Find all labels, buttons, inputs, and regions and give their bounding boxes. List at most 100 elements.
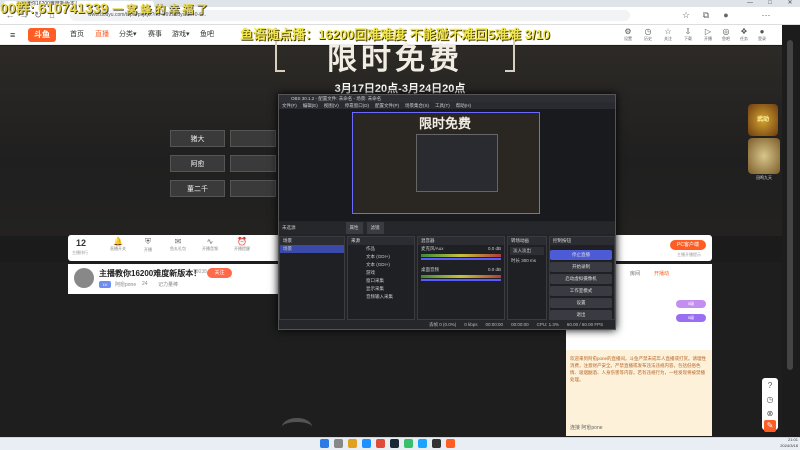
close-button[interactable]: ✕ <box>780 0 800 7</box>
lock-icon[interactable]: ⊗ <box>764 408 776 420</box>
feedback-icon[interactable]: ✎ <box>764 420 776 432</box>
studio-mode-button[interactable]: 工作室模式 <box>550 286 612 296</box>
star-icon[interactable]: ☆ <box>680 9 692 21</box>
gift-icon[interactable]: ❖ 任务 <box>736 27 752 43</box>
hamburger-icon[interactable]: ≡ <box>10 29 15 41</box>
level-badge: LV <box>99 281 111 288</box>
overlay-qq-group: 00群: 610741339 一 窝 蜂 的 幸 福 了 <box>0 0 208 16</box>
user-icon[interactable]: ● 登录 <box>754 27 770 43</box>
search-icon[interactable] <box>334 439 343 448</box>
promo-option-button[interactable] <box>230 180 276 197</box>
obs-volume-slider[interactable] <box>421 279 501 281</box>
start-recording-button[interactable]: 开始录制 <box>550 262 612 272</box>
obs-source-item[interactable]: 窗口采集 <box>348 277 414 285</box>
obs-menu-scenes[interactable]: 场景集合(S) <box>405 102 429 109</box>
obs-source-toolbar: 未选源 属性 滤镜 <box>279 222 615 234</box>
follow-button[interactable]: 关注 <box>207 268 232 278</box>
nav-events[interactable]: 赛事 <box>148 29 162 41</box>
edge-icon[interactable] <box>362 439 371 448</box>
obs-source-item[interactable]: 作品 <box>348 245 414 253</box>
obs-statusbar: 丢帧 0 (0.0%) 0 kbps 00:00:00 00:00:00 CPU… <box>279 320 615 329</box>
promo-option-button[interactable] <box>230 155 276 172</box>
event-badge-label: 冠鸣九天 <box>756 175 772 180</box>
pin-icon[interactable]: ◎ 鱼吧 <box>718 27 734 43</box>
gear-icon[interactable]: ⚙ 设置 <box>620 27 636 43</box>
nav-live[interactable]: 直播 <box>95 29 109 41</box>
site-logo[interactable]: 斗鱼 <box>28 28 56 42</box>
obs-transitions-dock: 转场动画 淡入淡出 时长 300 ms <box>507 236 547 320</box>
scroll-thumb[interactable] <box>787 40 793 370</box>
minimize-button[interactable]: — <box>740 0 760 7</box>
promo-option-button[interactable]: 猪大 <box>170 130 225 147</box>
rank-number: 12 <box>76 238 87 248</box>
nav-home[interactable]: 首页 <box>70 29 84 41</box>
user-badge: 5级 <box>676 300 706 308</box>
obs-source-item[interactable]: 游戏 <box>348 269 414 277</box>
event-badge-image[interactable] <box>748 138 780 174</box>
obs-menu-file[interactable]: 文件(F) <box>282 102 297 109</box>
virtual-camera-button[interactable]: 启动虚拟摄像机 <box>550 274 612 284</box>
tab-room[interactable]: 房间 <box>630 270 640 277</box>
obs-source-item[interactable]: 音频输入采集 <box>348 293 414 301</box>
maximize-button[interactable]: □ <box>760 0 780 7</box>
obs-menu-tools[interactable]: 工具(T) <box>435 102 450 109</box>
clock-icon[interactable]: ◷ 历史 <box>640 27 656 43</box>
obs-source-item[interactable]: 显示采集 <box>348 285 414 293</box>
clock-icon[interactable]: ◷ <box>764 394 776 406</box>
avatar[interactable] <box>74 268 94 288</box>
chat-footer: 连接 阿愈pone <box>570 425 603 431</box>
bell-icon[interactable]: 🔔 直播开关 <box>104 237 132 259</box>
app-icon[interactable] <box>376 439 385 448</box>
qq-icon[interactable] <box>418 439 427 448</box>
douyu-icon[interactable] <box>446 439 455 448</box>
download-icon[interactable]: ⇩ 下载 <box>680 27 696 43</box>
wave-icon[interactable]: ∿ 开播音频 <box>196 237 224 259</box>
promo-option-button[interactable] <box>230 130 276 147</box>
obs-icon[interactable] <box>432 439 441 448</box>
settings-button[interactable]: 设置 <box>550 298 612 308</box>
obs-source-item[interactable]: 文本 (GDI+) <box>348 253 414 261</box>
obs-filters-button[interactable]: 滤镜 <box>366 222 384 234</box>
nav-fishbar[interactable]: 鱼吧 <box>200 29 214 41</box>
promo-option-button[interactable]: 阿愈 <box>170 155 225 172</box>
exit-button[interactable]: 退出 <box>550 310 612 320</box>
profile-icon[interactable]: ● <box>720 9 732 21</box>
alarm-icon[interactable]: ⏰ 开播提醒 <box>228 237 256 259</box>
star-icon[interactable]: ☆ 关注 <box>660 27 676 43</box>
stop-streaming-button[interactable]: 停止直播 <box>550 250 612 260</box>
obs-menu-edit[interactable]: 编辑(E) <box>303 102 318 109</box>
help-icon[interactable]: ? <box>764 380 776 392</box>
obs-preview-title: 限时免费 <box>418 117 471 132</box>
obs-properties-button[interactable]: 属性 <box>345 222 363 234</box>
obs-volume-slider[interactable] <box>421 258 501 260</box>
extensions-icon[interactable]: ⧉ <box>700 9 712 21</box>
obs-nested-preview <box>416 134 498 192</box>
obs-mixer-channel: 桌面音频 0.0 dB <box>421 267 501 272</box>
streamer-name[interactable]: 阿愈pone <box>115 281 136 288</box>
obs-menu-docks[interactable]: 停靠窗口(D) <box>345 102 369 109</box>
menu-icon[interactable]: ⋯ <box>760 9 772 21</box>
gift-icon[interactable]: ✉ 鱼丸礼包 <box>164 237 192 259</box>
obs-menubar: 文件(F) 编辑(E) 视图(V) 停靠窗口(D) 配置文件(P) 场景集合(S… <box>279 102 615 109</box>
event-badge[interactable]: 武动 <box>748 104 778 136</box>
shield-icon[interactable]: ⛨ 开播 <box>134 237 162 259</box>
nav-category[interactable]: 分类▾ <box>119 29 137 41</box>
nav-games[interactable]: 游戏▾ <box>172 29 190 41</box>
steam-icon[interactable] <box>390 439 399 448</box>
taskbar-clock[interactable]: 21:01 2024/3/18 <box>738 437 798 450</box>
tab-live[interactable]: 开播动 <box>654 270 669 277</box>
obs-menu-view[interactable]: 视图(V) <box>324 102 339 109</box>
folder-icon[interactable] <box>348 439 357 448</box>
obs-source-item[interactable]: 文本 (GDI+) <box>348 261 414 269</box>
wechat-icon[interactable] <box>404 439 413 448</box>
obs-menu-profile[interactable]: 配置文件(P) <box>375 102 399 109</box>
obs-transition-duration[interactable]: 时长 300 ms <box>508 257 546 265</box>
play-icon[interactable]: ▷ 开播 <box>700 27 716 43</box>
obs-transition-select[interactable]: 淡入淡出 <box>510 247 544 255</box>
pc-client-button[interactable]: PC客户端 <box>670 240 706 250</box>
start-icon[interactable] <box>320 439 329 448</box>
obs-scene-item[interactable]: 场景 <box>280 245 344 253</box>
obs-menu-help[interactable]: 帮助(H) <box>456 102 471 109</box>
promo-option-button[interactable]: 董二千 <box>170 180 225 197</box>
obs-mixer-channel: 麦克风/Aux 0.0 dB <box>421 246 501 251</box>
